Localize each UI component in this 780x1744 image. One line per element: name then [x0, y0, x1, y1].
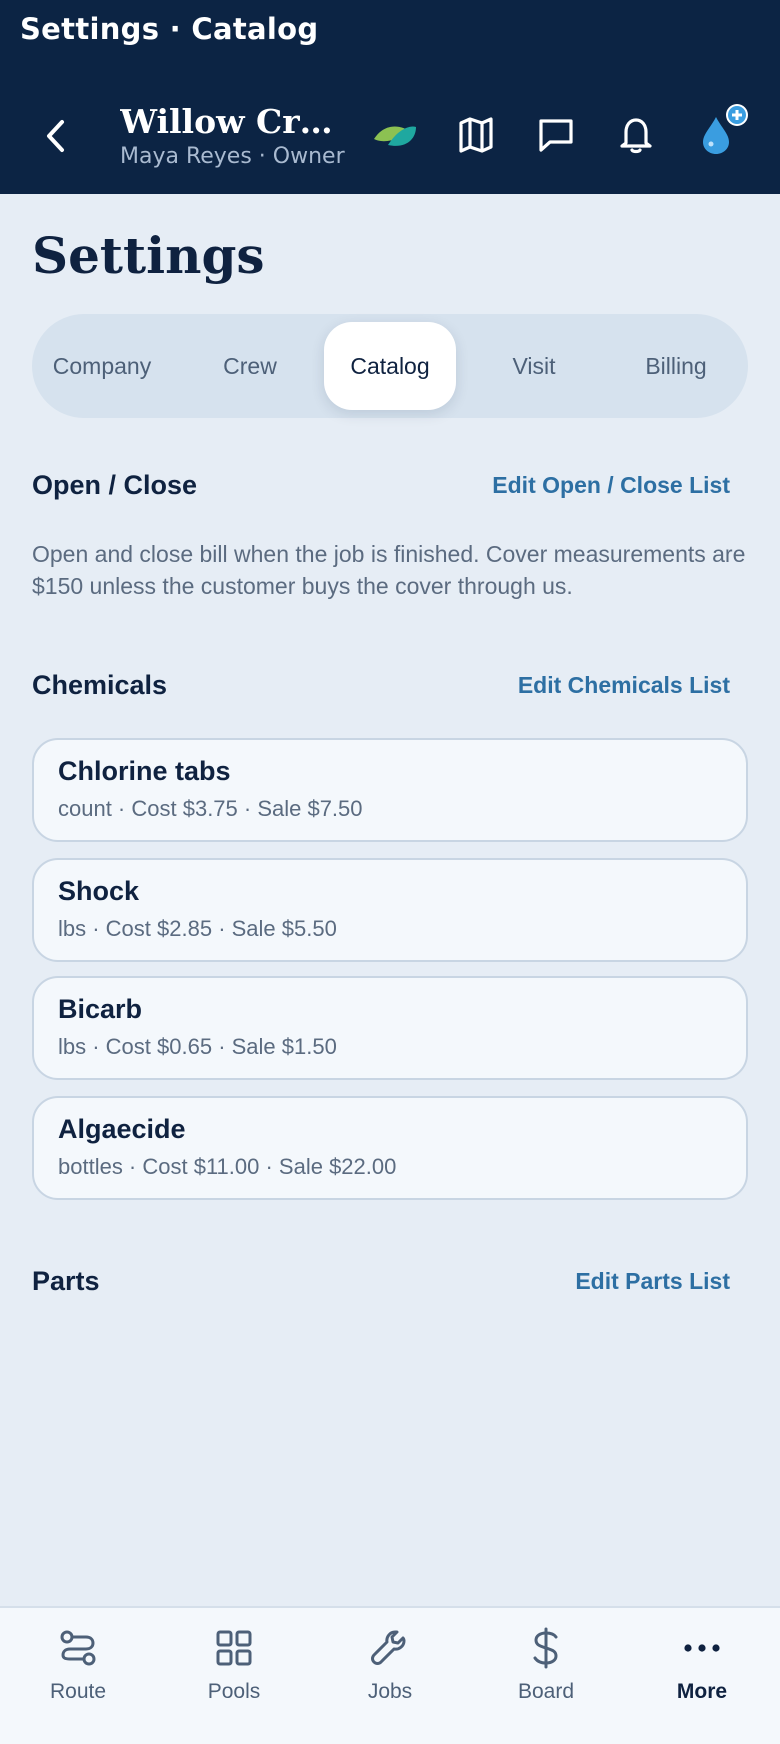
back-button[interactable] — [36, 110, 76, 162]
map-button[interactable] — [451, 110, 501, 160]
nav-route[interactable]: Route — [18, 1626, 138, 1726]
parts-section-title: Parts — [32, 1266, 100, 1296]
tab-catalog[interactable]: Catalog — [324, 322, 456, 410]
plus-badge — [726, 104, 748, 126]
tab-crew[interactable]: Crew — [188, 322, 312, 410]
nav-more-label: More — [676, 1680, 728, 1703]
chemical-item[interactable]: Algaecide bottles · Cost $11.00 · Sale $… — [32, 1096, 748, 1200]
leaf-logo-icon — [374, 126, 416, 146]
chemical-name: Chlorine tabs — [58, 756, 231, 786]
settings-tabs: Company Crew Catalog Visit Billing — [32, 314, 748, 418]
edit-chemicals-list-link[interactable]: Edit Chemicals List — [518, 672, 730, 699]
route-icon — [60, 1630, 96, 1666]
nav-more[interactable]: More — [642, 1626, 762, 1726]
notifications-button[interactable] — [611, 110, 661, 160]
map-icon — [459, 117, 493, 153]
more-icon — [684, 1644, 720, 1652]
chemical-name: Bicarb — [58, 994, 143, 1024]
chemical-meta: bottles · Cost $11.00 · Sale $22.00 — [58, 1154, 397, 1179]
open-close-description: Open and close bill when the job is fini… — [32, 541, 746, 599]
open-close-section-title: Open / Close — [32, 470, 198, 500]
tab-visit[interactable]: Visit — [472, 322, 596, 410]
chemical-item[interactable]: Bicarb lbs · Cost $0.65 · Sale $1.50 — [32, 976, 748, 1080]
bottom-navigation: Route Pools Jobs Board More — [0, 1606, 780, 1744]
messages-button[interactable] — [531, 110, 581, 160]
chemical-meta: lbs · Cost $2.85 · Sale $5.50 — [58, 916, 337, 941]
bell-icon — [620, 118, 652, 154]
chemical-item[interactable]: Chlorine tabs count · Cost $3.75 · Sale … — [32, 738, 748, 842]
page-title: Settings — [32, 226, 265, 285]
brand-logo — [370, 110, 420, 160]
nav-board-label: Board — [517, 1680, 575, 1703]
chemical-name: Algaecide — [58, 1114, 186, 1144]
org-name: Willow Cree... — [120, 102, 345, 141]
edit-parts-list-link[interactable]: Edit Parts List — [575, 1268, 730, 1295]
nav-board[interactable]: Board — [486, 1626, 606, 1726]
chemical-meta: count · Cost $3.75 · Sale $7.50 — [58, 796, 363, 821]
dollar-icon — [533, 1627, 558, 1669]
window-title: Settings · Catalog — [20, 12, 319, 46]
edit-open-close-list-link[interactable]: Edit Open / Close List — [492, 472, 730, 499]
chemical-meta: lbs · Cost $0.65 · Sale $1.50 — [58, 1034, 337, 1059]
nav-jobs-label: Jobs — [367, 1680, 413, 1703]
back-icon — [47, 120, 64, 152]
chat-icon — [539, 119, 573, 152]
org-user-role: Maya Reyes · Owner — [120, 144, 345, 169]
wrench-icon — [371, 1630, 406, 1665]
grid-icon — [216, 1630, 252, 1666]
tab-company[interactable]: Company — [40, 322, 164, 410]
tab-billing[interactable]: Billing — [612, 322, 740, 410]
top-bar: Settings · Catalog Willow Cree... Maya R… — [0, 0, 780, 194]
chemicals-section-title: Chemicals — [32, 670, 168, 700]
organization-switcher[interactable]: Willow Cree... Maya Reyes · Owner — [120, 100, 345, 169]
nav-pools[interactable]: Pools — [174, 1626, 294, 1726]
nav-jobs[interactable]: Jobs — [330, 1626, 450, 1726]
nav-route-label: Route — [49, 1680, 107, 1703]
chemical-name: Shock — [58, 876, 140, 906]
nav-pools-label: Pools — [207, 1680, 261, 1703]
plus-badge-icon — [728, 106, 746, 124]
chemical-item[interactable]: Shock lbs · Cost $2.85 · Sale $5.50 — [32, 858, 748, 962]
